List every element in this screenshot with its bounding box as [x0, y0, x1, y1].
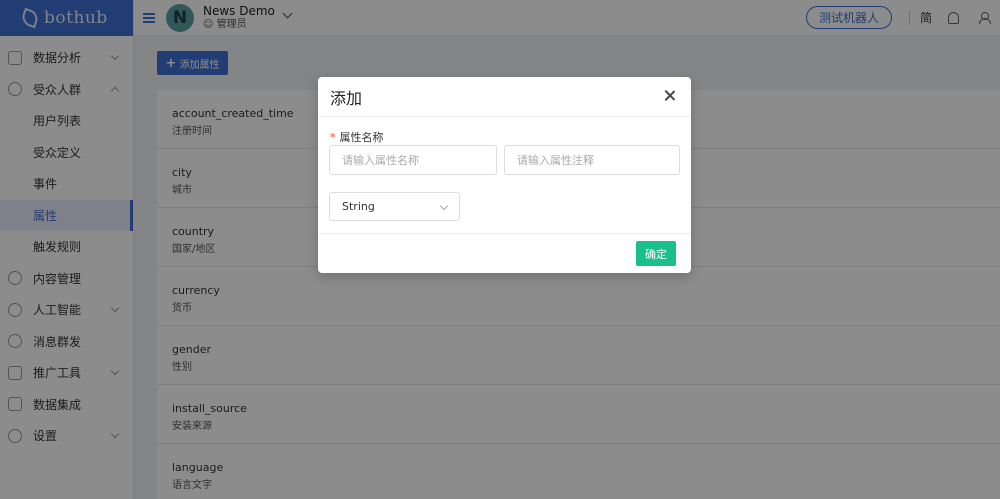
- attribute-type-select[interactable]: String: [329, 192, 460, 221]
- modal-header: 添加: [318, 77, 691, 117]
- field-label-text: 属性名称: [339, 131, 384, 144]
- attribute-name-input[interactable]: [329, 145, 497, 175]
- chevron-down-icon: [439, 201, 449, 211]
- close-icon[interactable]: [664, 90, 675, 101]
- confirm-button[interactable]: 确定: [636, 241, 676, 266]
- modal-footer-divider: [318, 233, 691, 234]
- attribute-type-value: String: [342, 200, 375, 213]
- add-attribute-modal: 添加 *属性名称 String 确定: [318, 77, 691, 273]
- required-mark: *: [330, 131, 336, 144]
- modal-title: 添加: [330, 88, 363, 108]
- attribute-note-input[interactable]: [504, 145, 680, 175]
- attribute-name-label: * 属性名称: [330, 129, 384, 145]
